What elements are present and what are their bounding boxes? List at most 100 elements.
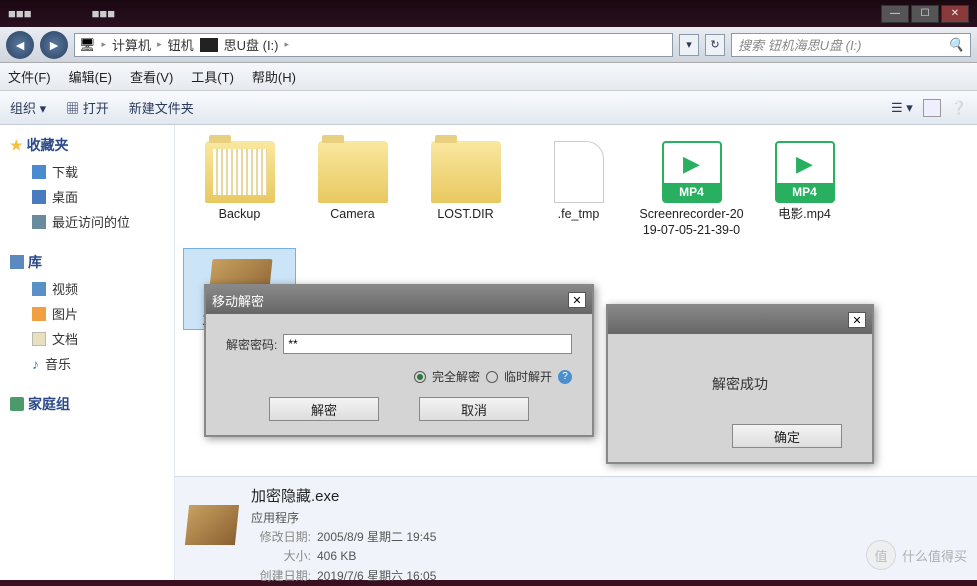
forward-button[interactable]: ► [40, 31, 68, 59]
watermark-text: 什么值得买 [902, 546, 967, 565]
radio-temp-open[interactable] [486, 371, 498, 383]
file-label: Backup [183, 207, 296, 223]
sidebar-item-recent[interactable]: 最近访问的位 [10, 209, 174, 234]
menu-tools[interactable]: 工具(T) [191, 67, 234, 86]
sidebar-item-documents[interactable]: 文档 [10, 326, 174, 351]
download-icon [32, 165, 46, 179]
success-dialog: ✕ 解密成功 确定 [606, 304, 874, 464]
music-icon: ♪ [32, 356, 39, 372]
cancel-button[interactable]: 取消 [419, 397, 529, 421]
file-label: .fe_tmp [522, 207, 635, 223]
menu-file[interactable]: 文件(F) [8, 67, 51, 86]
file-icon [554, 141, 604, 203]
menu-edit[interactable]: 编辑(E) [69, 67, 112, 86]
file-label: Camera [296, 207, 409, 223]
detail-size-label: 大小: [251, 547, 311, 566]
star-icon: ★ [10, 137, 23, 154]
toolbar: 组织 ▾ ▦ 打开 新建文件夹 ☰ ▾ ❔ [0, 91, 977, 125]
menu-view[interactable]: 查看(V) [130, 67, 173, 86]
library-icon [10, 255, 24, 269]
detail-mdate: 2005/8/9 星期二 19:45 [317, 530, 436, 544]
refresh-button[interactable]: ↻ [705, 34, 725, 56]
titlebar-text2: ■■■ [92, 6, 116, 21]
help-icon[interactable]: ❔ [951, 100, 967, 116]
close-button[interactable]: ✕ [941, 5, 969, 23]
sidebar-item-videos[interactable]: 视频 [10, 276, 174, 301]
decrypt-button[interactable]: 解密 [269, 397, 379, 421]
watermark: 值 什么值得买 [866, 540, 967, 570]
breadcrumb-drive1[interactable]: 钮机 [168, 35, 194, 54]
sidebar-item-downloads[interactable]: 下载 [10, 159, 174, 184]
mp4-icon [662, 141, 722, 203]
titlebar: ■■■ ■■■ — ☐ ✕ [0, 0, 977, 27]
menu-help[interactable]: 帮助(H) [252, 67, 296, 86]
folder-icon [205, 141, 275, 203]
maximize-button[interactable]: ☐ [911, 5, 939, 23]
search-box[interactable]: 搜索 钮机海思U盘 (I:) 🔍 [731, 33, 971, 57]
computer-icon: 🖥 [79, 37, 96, 53]
sidebar-item-pictures[interactable]: 图片 [10, 301, 174, 326]
search-icon: 🔍 [948, 37, 964, 53]
details-pane: 加密隐藏.exe 应用程序 修改日期: 2005/8/9 星期二 19:45 大小… [175, 476, 977, 580]
breadcrumb-computer[interactable]: 计算机 [112, 35, 151, 54]
file-item[interactable]: LOST.DIR [409, 135, 522, 238]
sidebar-favorites[interactable]: ★收藏夹 [10, 135, 174, 155]
mp4-icon [775, 141, 835, 203]
dialog-close-button[interactable]: ✕ [568, 292, 586, 308]
detail-cdate-label: 创建日期: [251, 567, 311, 586]
preview-pane-button[interactable] [923, 99, 941, 117]
recent-icon [32, 215, 46, 229]
address-bar: ◄ ► 🖥 ▸ 计算机 ▸ 钮机 思U盘 (I:) ▸ ▾ ↻ 搜索 钮机海思U… [0, 27, 977, 63]
breadcrumb-drive2[interactable]: 思U盘 (I:) [224, 35, 279, 54]
ok-button[interactable]: 确定 [732, 424, 842, 448]
file-item[interactable]: Camera [296, 135, 409, 238]
watermark-icon: 值 [866, 540, 896, 570]
folder-icon [318, 141, 388, 203]
radio-temp-open-label: 临时解开 [504, 368, 552, 385]
file-item[interactable]: Backup [183, 135, 296, 238]
picture-icon [32, 307, 46, 321]
detail-size: 406 KB [317, 549, 356, 563]
dialog-titlebar[interactable]: 移动解密 ✕ [206, 286, 592, 314]
password-input[interactable] [283, 334, 572, 354]
radio-full-decrypt[interactable] [414, 371, 426, 383]
sidebar-item-desktop[interactable]: 桌面 [10, 184, 174, 209]
homegroup-icon [10, 397, 24, 411]
menu-bar: 文件(F) 编辑(E) 查看(V) 工具(T) 帮助(H) [0, 63, 977, 91]
file-item[interactable]: .fe_tmp [522, 135, 635, 238]
minimize-button[interactable]: — [881, 5, 909, 23]
decrypt-dialog: 移动解密 ✕ 解密密码: 完全解密 临时解开 ? 解密 取消 [204, 284, 594, 437]
view-mode-button[interactable]: ☰ ▾ [891, 100, 913, 116]
video-icon [32, 282, 46, 296]
open-button[interactable]: ▦ 打开 [66, 98, 109, 117]
detail-type: 应用程序 [251, 509, 436, 528]
search-placeholder: 搜索 钮机海思U盘 (I:) [738, 35, 862, 54]
file-item[interactable]: Screenrecorder-2019-07-05-21-39-0 [635, 135, 748, 238]
document-icon [32, 332, 46, 346]
file-label: 电影.mp4 [748, 207, 861, 223]
sidebar-item-music[interactable]: ♪音乐 [10, 351, 174, 376]
success-message: 解密成功 [628, 354, 852, 424]
file-label: Screenrecorder-2019-07-05-21-39-0 [635, 207, 748, 238]
detail-mdate-label: 修改日期: [251, 528, 311, 547]
titlebar-text: ■■■ [8, 6, 32, 21]
password-label: 解密密码: [226, 336, 277, 353]
detail-filename: 加密隐藏.exe [251, 485, 436, 509]
organize-button[interactable]: 组织 ▾ [10, 98, 46, 117]
detail-cdate: 2019/7/6 星期六 16:05 [317, 569, 436, 583]
new-folder-button[interactable]: 新建文件夹 [129, 98, 194, 117]
dialog-title: 移动解密 [212, 291, 264, 310]
redacted [200, 38, 218, 52]
back-button[interactable]: ◄ [6, 31, 34, 59]
dialog2-titlebar[interactable]: ✕ [608, 306, 872, 334]
sidebar-libraries[interactable]: 库 [10, 252, 174, 272]
file-item[interactable]: 电影.mp4 [748, 135, 861, 238]
radio-full-decrypt-label: 完全解密 [432, 368, 480, 385]
help-icon[interactable]: ? [558, 370, 572, 384]
dialog2-close-button[interactable]: ✕ [848, 312, 866, 328]
sidebar: ★收藏夹 下载 桌面 最近访问的位 库 视频 图片 文档 ♪音乐 家庭组 [0, 125, 175, 580]
address-box[interactable]: 🖥 ▸ 计算机 ▸ 钮机 思U盘 (I:) ▸ [74, 33, 673, 57]
file-label: LOST.DIR [409, 207, 522, 223]
address-dropdown[interactable]: ▾ [679, 34, 699, 56]
sidebar-homegroup[interactable]: 家庭组 [10, 394, 174, 414]
